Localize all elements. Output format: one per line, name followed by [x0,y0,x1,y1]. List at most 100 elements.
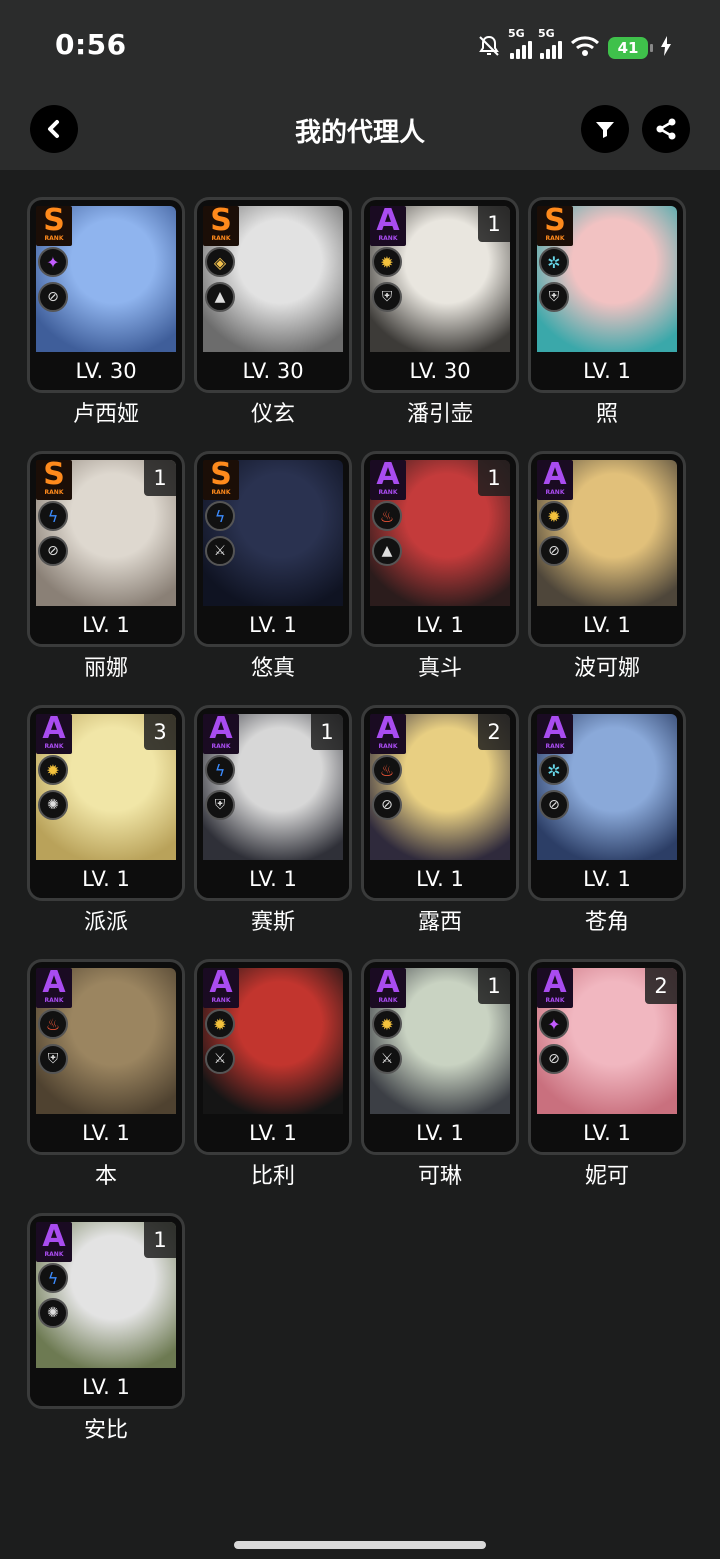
ether-attribute-icon: ✦ [539,1009,569,1039]
electric-attribute-icon: ϟ [205,755,235,785]
agent-card[interactable]: S RANK ϟ ⚔ LV. 1 悠真 [197,454,349,686]
agent-frame: A RANK 1 ϟ ✺ LV. 1 [30,1216,182,1406]
agent-level: LV. 30 [364,352,516,390]
agent-level: LV. 1 [364,860,516,898]
home-indicator[interactable] [234,1541,486,1549]
agent-level: LV. 1 [364,1114,516,1152]
agent-level: LV. 1 [531,860,683,898]
constellation-badge: 1 [311,714,343,750]
rank-letter: A [42,965,66,1000]
rank-badge: A RANK [370,714,406,754]
constellation-badge: 1 [144,1222,176,1258]
fire-attribute-icon: ♨ [372,501,402,531]
fire-attribute-icon: ♨ [38,1009,68,1039]
constellation-badge: 2 [478,714,510,750]
agent-level: LV. 1 [30,1368,182,1406]
rank-letter: S [43,203,65,238]
electric-attribute-icon: ϟ [38,501,68,531]
rank-badge: A RANK [370,968,406,1008]
agent-frame: A RANK ♨ ⛨ LV. 1 [30,962,182,1152]
agent-name: 波可娜 [573,656,640,681]
agent-card[interactable]: A RANK ♨ ⛨ LV. 1 本 [30,962,182,1194]
agent-level: LV. 1 [531,352,683,390]
rank-badge: A RANK [36,1222,72,1262]
constellation-badge: 1 [478,460,510,496]
agent-card[interactable]: A RANK 2 ✦ ⊘ LV. 1 妮可 [531,962,683,1194]
anomaly-role-icon: ✺ [38,1298,68,1328]
agent-name: 悠真 [250,656,295,681]
constellation-badge: 1 [478,968,510,1004]
agent-frame: S RANK ✦ ⊘ LV. 30 [30,200,182,390]
rank-badge: S RANK [203,460,239,500]
agent-card[interactable]: A RANK 2 ♨ ⊘ LV. 1 露西 [364,708,516,940]
agent-card[interactable]: A RANK 1 ϟ ⛨ LV. 1 赛斯 [197,708,349,940]
agent-card[interactable]: A RANK 1 ✹ ⛨ LV. 30 潘引壶 [364,200,516,432]
agent-card[interactable]: A RANK ✹ ⚔ LV. 1 比利 [197,962,349,1194]
support-role-icon: ⊘ [372,790,402,820]
rupture-role-icon: ▲ [372,536,402,566]
support-role-icon: ⊘ [539,536,569,566]
agent-card[interactable]: S RANK 1 ϟ ⊘ LV. 1 丽娜 [30,454,182,686]
agent-name: 赛斯 [250,910,295,935]
rank-letter: S [210,457,232,492]
agent-name: 本 [94,1164,117,1189]
attack-role-icon: ⚔ [205,1044,235,1074]
agent-level: LV. 1 [197,606,349,644]
agent-card[interactable]: A RANK 1 ✹ ⚔ LV. 1 可琳 [364,962,516,1194]
agent-level: LV. 1 [197,860,349,898]
rank-letter: S [210,203,232,238]
support-role-icon: ⊘ [38,282,68,312]
share-button[interactable] [642,105,690,153]
physical-attribute-icon: ✹ [539,501,569,531]
status-bar: 0:56 5G 5G 41 [0,0,720,90]
agent-level: LV. 1 [30,1114,182,1152]
physical-attribute-icon: ✹ [205,1009,235,1039]
rank-letter: A [42,711,66,746]
rank-badge: A RANK [370,206,406,246]
agent-frame: A RANK 1 ✹ ⛨ LV. 30 [364,200,516,390]
rank-letter: A [543,965,567,1000]
electric-attribute-icon: ϟ [38,1263,68,1293]
agent-frame: S RANK ✲ ⛨ LV. 1 [531,200,683,390]
constellation-badge: 3 [144,714,176,750]
rank-badge: A RANK [537,460,573,500]
rupture-role-icon: ▲ [205,282,235,312]
mute-icon [476,33,502,63]
constellation-badge: 1 [144,460,176,496]
defense-role-icon: ⛨ [372,282,402,312]
agent-level: LV. 1 [531,606,683,644]
agent-frame: S RANK 1 ϟ ⊘ LV. 1 [30,454,182,644]
agent-name: 露西 [417,910,462,935]
agent-card[interactable]: A RANK 1 ♨ ▲ LV. 1 真斗 [364,454,516,686]
agent-frame: A RANK 1 ✹ ⚔ LV. 1 [364,962,516,1152]
rank-badge: A RANK [537,714,573,754]
ice-attribute-icon: ✲ [539,247,569,277]
agent-name: 妮可 [584,1164,629,1189]
attack-role-icon: ⚔ [372,1044,402,1074]
support-role-icon: ⊘ [38,536,68,566]
rank-letter: A [42,1219,66,1254]
rank-badge: A RANK [36,968,72,1008]
app-header: 我的代理人 [0,90,720,170]
rank-badge: S RANK [203,206,239,246]
status-time: 0:56 [55,28,127,61]
agent-level: LV. 1 [364,606,516,644]
charging-icon [660,35,672,61]
agent-card[interactable]: A RANK ✲ ⊘ LV. 1 苍角 [531,708,683,940]
fire-attribute-icon: ♨ [372,755,402,785]
agent-name: 比利 [250,1164,295,1189]
rank-letter: A [376,965,400,1000]
anomaly-role-icon: ✺ [38,790,68,820]
status-icons: 5G 5G 41 [476,27,672,66]
filter-button[interactable] [581,105,629,153]
agent-card[interactable]: S RANK ✲ ⛨ LV. 1 照 [531,200,683,432]
agent-card[interactable]: A RANK 3 ✹ ✺ LV. 1 派派 [30,708,182,940]
agent-card[interactable]: S RANK ◈ ▲ LV. 30 仪玄 [197,200,349,432]
agent-card[interactable]: A RANK 1 ϟ ✺ LV. 1 安比 [30,1216,182,1448]
agent-card[interactable]: S RANK ✦ ⊘ LV. 30 卢西娅 [30,200,182,432]
agent-card[interactable]: A RANK ✹ ⊘ LV. 1 波可娜 [531,454,683,686]
rank-badge: A RANK [370,460,406,500]
wifi-icon [570,34,600,62]
filter-icon [596,122,614,138]
ice-attribute-icon: ✲ [539,755,569,785]
